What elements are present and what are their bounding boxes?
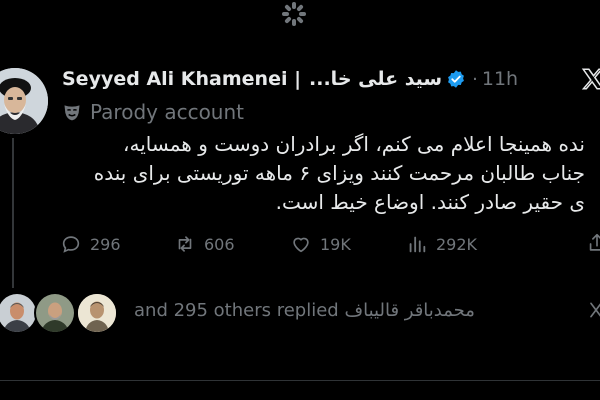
post-text-line: نده همینجا اعلام می کنم، اگر برادران دوس…	[123, 132, 585, 156]
separator-dot: ·	[472, 68, 478, 90]
replier-avatar[interactable]	[34, 292, 76, 334]
like-count: 19K	[320, 234, 351, 254]
parody-mask-icon	[64, 105, 80, 121]
more-icon[interactable]	[586, 300, 600, 320]
repost-count: 606	[204, 234, 235, 254]
replied-summary[interactable]: and 295 others replied محمدباقر قالیباف	[134, 300, 475, 321]
verified-badge-icon	[448, 70, 465, 88]
post-text-line: جناب طالبان مرحمت کنند ویزای ۶ ماهه توری…	[93, 161, 585, 185]
author-name-fa[interactable]: سید علی خا...	[309, 68, 442, 90]
reply-button[interactable]: 296	[60, 230, 121, 258]
reply-count: 296	[90, 234, 121, 254]
reply-icon	[62, 236, 80, 253]
like-button[interactable]: 19K	[290, 230, 351, 258]
divider	[0, 380, 600, 381]
post-text-line: ی حقیر صادر کنند. اوضاع خیط است.	[275, 190, 585, 214]
share-icon[interactable]	[586, 232, 600, 254]
author-name[interactable]: Seyyed Ali Khamenei |	[62, 68, 301, 90]
loading-spinner-icon	[280, 0, 308, 28]
replied-text-en: and 295 others replied	[134, 300, 339, 321]
author-header: Seyyed Ali Khamenei | سید علی خا... · 11…	[62, 64, 518, 94]
replied-name-fa: محمدباقر قالیباف	[344, 300, 475, 321]
views-button[interactable]: 292K	[406, 230, 477, 258]
replier-avatar[interactable]	[76, 292, 118, 334]
views-icon	[409, 236, 426, 253]
x-logo-icon[interactable]	[580, 66, 600, 92]
repost-button[interactable]: 606	[174, 230, 235, 258]
like-icon	[293, 237, 309, 253]
replier-avatar[interactable]	[0, 292, 38, 334]
parody-label: Parody account	[62, 98, 244, 126]
post-time[interactable]: 11h	[482, 68, 518, 90]
views-count: 292K	[436, 234, 478, 254]
post-text: نده همینجا اعلام می کنم، اگر برادران دوس…	[0, 130, 585, 217]
repost-icon	[178, 236, 192, 252]
author-avatar[interactable]	[0, 68, 48, 134]
replied-row[interactable]: and 295 others replied محمدباقر قالیباف	[0, 292, 600, 334]
action-bar: 296 606 19K 292K	[60, 230, 600, 258]
parody-account-text: Parody account	[90, 100, 245, 124]
